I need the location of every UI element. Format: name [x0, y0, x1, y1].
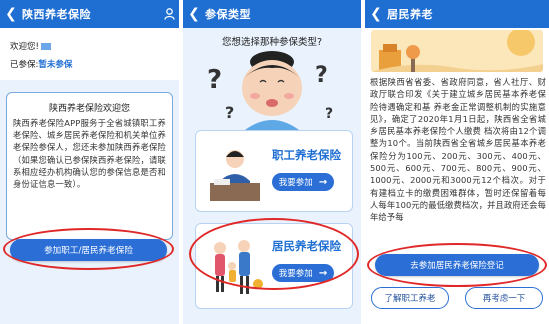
status-label: 已参保: — [10, 60, 39, 70]
policy-article: 根据陕西省省委、省政府同意，省人社厅、财政厅联合印发《关于建立城乡居民基本养老保… — [370, 77, 546, 223]
welcome-line: 欢迎您! — [10, 40, 51, 52]
top-bar: ❮ 参保类型 — [183, 0, 361, 28]
welcome-label: 欢迎您! — [10, 42, 39, 52]
worker-insurance-card[interactable]: 职工养老保险 我要参加 → — [195, 130, 353, 212]
page-title: 居民养老 — [387, 8, 433, 21]
page-title: 陕西养老保险 — [22, 8, 91, 21]
screen-resident-pension: ❮ 居民养老 根据陕西省省委、省政府同意，省人社厅、财政厅联合印发《关于建立城乡… — [365, 0, 549, 324]
status-line: 已参保:暂未参保 — [10, 58, 72, 70]
status-value: 暂未参保 — [38, 60, 73, 70]
highlight-circle — [189, 218, 359, 290]
user-name-mask — [40, 43, 51, 50]
top-bar: ❮ 居民养老 — [365, 0, 549, 28]
learn-worker-button[interactable]: 了解职工养老 — [371, 287, 449, 309]
worker-insurance-title: 职工养老保险 — [272, 148, 341, 162]
office-worker-illustration — [210, 150, 260, 201]
screen-insurance-type: ❮ 参保类型 您想选择那种参保类型? ? ? ? ? 职工养老保险 我要参加 → — [183, 0, 361, 324]
back-icon[interactable]: ❮ — [365, 6, 387, 22]
highlight-circle — [3, 228, 174, 270]
highlight-circle — [367, 243, 547, 287]
page-title: 参保类型 — [205, 8, 251, 21]
svg-text:?: ? — [325, 106, 333, 122]
banner-image — [371, 30, 543, 72]
screen-home: ❮ 陕西养老保险 欢迎您! 已参保:暂未参保 陕西养老保险欢迎您 陕西养老保险A… — [0, 0, 179, 324]
svg-text:?: ? — [207, 65, 222, 95]
top-bar: ❮ 陕西养老保险 — [0, 0, 179, 28]
join-worker-label: 我要参加 — [278, 178, 313, 188]
arrow-right-icon: → — [318, 176, 328, 188]
notice-title: 陕西养老保险欢迎您 — [48, 104, 130, 114]
notice-card: 陕西养老保险欢迎您 陕西养老保险APP服务于全省城镇职工养老保险、城乡居民养老保… — [6, 92, 173, 240]
user-icon[interactable] — [159, 8, 179, 20]
join-worker-button[interactable]: 我要参加 → — [272, 173, 334, 191]
question-text: 您想选择那种参保类型? — [221, 37, 323, 48]
back-icon[interactable]: ❮ — [0, 6, 22, 22]
back-icon[interactable]: ❮ — [183, 6, 205, 22]
thinking-child-illustration: ? ? ? ? — [207, 51, 333, 130]
notice-body: 陕西养老保险APP服务于全省城镇职工养老保险、城乡居民养老保险和机关单位养老保险… — [13, 118, 166, 190]
user-info-panel: 欢迎您! 已参保:暂未参保 — [0, 28, 179, 80]
svg-text:?: ? — [315, 63, 328, 88]
svg-text:?: ? — [225, 103, 234, 122]
reconsider-button[interactable]: 再考虑一下 — [465, 287, 543, 309]
